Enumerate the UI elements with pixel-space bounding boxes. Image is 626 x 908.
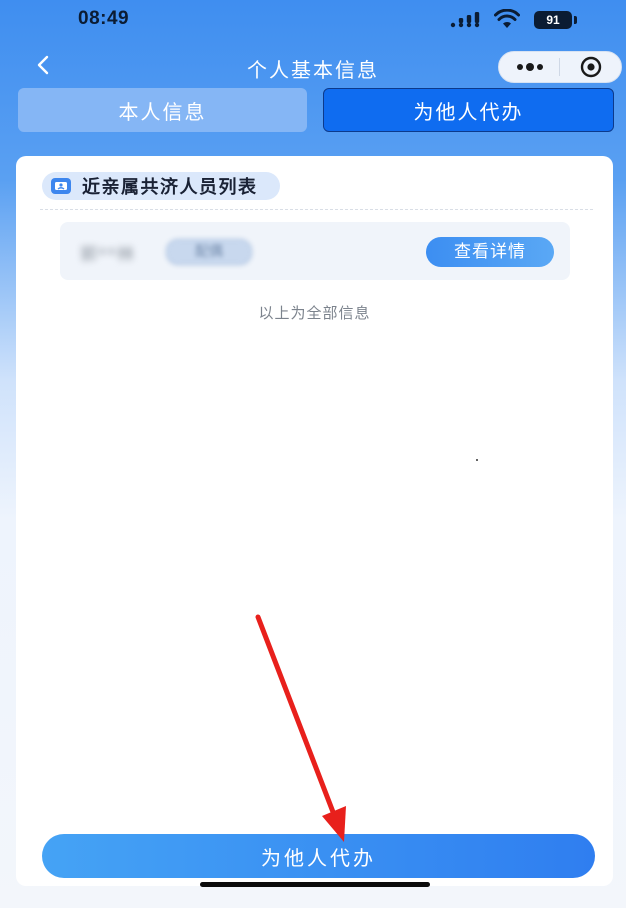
more-dots-icon[interactable] bbox=[513, 57, 547, 77]
signal-icon bbox=[450, 12, 480, 28]
battery-icon: 91 bbox=[534, 11, 580, 29]
relation-badge: 配偶 bbox=[166, 239, 252, 265]
home-indicator bbox=[200, 882, 430, 887]
target-icon[interactable] bbox=[579, 56, 603, 78]
tab-bar: 本人信息 为他人代办 bbox=[0, 88, 626, 134]
divider bbox=[40, 209, 593, 210]
id-card-icon bbox=[51, 178, 71, 194]
status-time: 08:49 bbox=[78, 8, 130, 29]
battery-level: 91 bbox=[534, 11, 572, 29]
proxy-button[interactable]: 为他人代办 bbox=[42, 834, 595, 878]
status-bar: 08:49 91 bbox=[0, 0, 626, 44]
view-details-button[interactable]: 查看详情 bbox=[426, 237, 554, 267]
mini-program-capsule bbox=[498, 51, 622, 83]
section-header: 近亲属共济人员列表 bbox=[42, 172, 280, 200]
nav-bar: 个人基本信息 bbox=[0, 44, 626, 88]
relatives-card: 近亲属共济人员列表 郭**林 配偶 查看详情 以上为全部信息 bbox=[16, 156, 613, 886]
tab-self-info[interactable]: 本人信息 bbox=[18, 88, 307, 132]
wifi-icon bbox=[494, 9, 520, 28]
member-name: 郭**林 bbox=[80, 245, 135, 265]
section-title: 近亲属共济人员列表 bbox=[82, 177, 258, 198]
tab-proxy[interactable]: 为他人代办 bbox=[323, 88, 614, 132]
end-of-list-note: 以上为全部信息 bbox=[258, 304, 371, 322]
list-item: 郭**林 配偶 查看详情 bbox=[60, 222, 570, 280]
